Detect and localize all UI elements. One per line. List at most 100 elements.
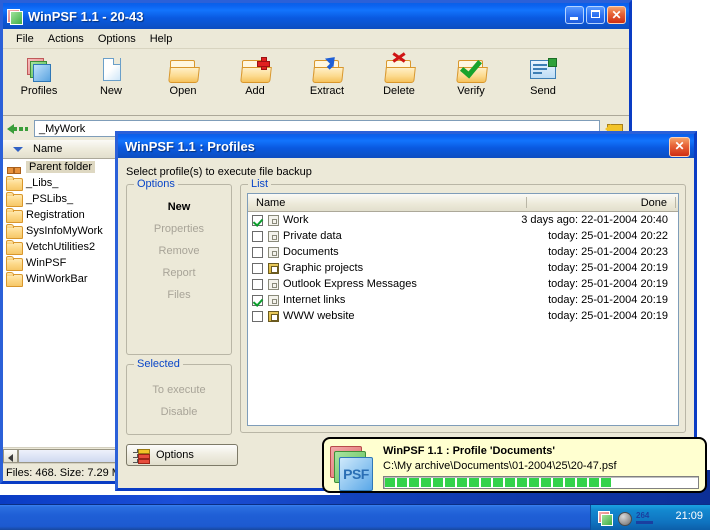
toast-body: WinPSF 1.1 : Profile 'Documents' C:\My a… [383, 444, 699, 489]
progress-segment [517, 478, 527, 487]
window-controls: ✕ [565, 6, 626, 24]
toolbar-button-send[interactable]: Send [507, 53, 579, 97]
options-group-title: Options [134, 178, 178, 190]
psf-icon-text: PSF [343, 466, 369, 482]
document-icon [268, 246, 279, 258]
options-button-new[interactable]: New [127, 196, 231, 218]
toolbar-label-extract: Extract [309, 85, 345, 97]
profiles-dialog-subtitle: Select profile(s) to execute file backup [126, 166, 312, 178]
table-row[interactable]: Private data today: 25-01-2004 20:22 [248, 228, 678, 244]
toolbar-label-new: New [99, 85, 122, 97]
row-checkbox[interactable] [252, 262, 263, 274]
close-icon[interactable]: ✕ [607, 6, 626, 24]
folder-icon [6, 271, 23, 287]
counter-264-icon[interactable]: 264 [636, 511, 653, 525]
row-checkbox[interactable] [252, 246, 263, 258]
main-window-title: WinPSF 1.1 - 20-43 [28, 8, 144, 24]
toolbar-button-extract[interactable]: Extract [291, 52, 363, 97]
taskbar-clock: 21:09 [675, 510, 703, 522]
list-item-label: _Libs_ [26, 177, 59, 189]
profile-name: WWW website [283, 310, 355, 322]
row-checkbox[interactable] [252, 310, 263, 322]
profile-done: 3 days ago: 22-01-2004 20:40 [521, 214, 668, 226]
progress-bar [383, 476, 699, 489]
app-stack-icon[interactable] [598, 510, 613, 526]
sort-descending-icon [13, 146, 23, 152]
back-arrow-icon[interactable] [7, 122, 29, 136]
folder-icon [6, 207, 23, 223]
toolbar-label-send: Send [530, 85, 556, 97]
column-header-name[interactable]: Name [248, 197, 526, 209]
menu-item-options[interactable]: Options [91, 31, 143, 47]
progress-segment [589, 478, 599, 487]
row-checkbox[interactable] [252, 214, 263, 226]
progress-segment [457, 478, 467, 487]
folder-add-icon [240, 56, 272, 83]
grid-document-icon [268, 310, 279, 322]
folder-icon [6, 255, 23, 271]
toolbar-label-delete: Delete [383, 85, 415, 97]
list-item-label: Parent folder [26, 161, 95, 173]
toolbar-button-open[interactable]: Open [147, 53, 219, 97]
scroll-left-icon[interactable] [3, 448, 18, 463]
table-row[interactable]: Graphic projects today: 25-01-2004 20:19 [248, 260, 678, 276]
menu-item-file[interactable]: File [9, 31, 41, 47]
toolbar-button-verify[interactable]: Verify [435, 53, 507, 97]
toolbar-label-open: Open [169, 85, 197, 97]
profiles-list-header[interactable]: Name Done [248, 194, 678, 212]
progress-segment [385, 478, 395, 487]
main-window-titlebar[interactable]: WinPSF 1.1 - 20-43 ✕ [3, 3, 629, 29]
options-button-report: Report [162, 267, 196, 279]
selected-button-disable: Disable [160, 406, 198, 418]
table-row[interactable]: Internet links today: 25-01-2004 20:19 [248, 292, 678, 308]
menu-item-help[interactable]: Help [143, 31, 180, 47]
profile-name: Private data [283, 230, 342, 242]
progress-segment [553, 478, 563, 487]
options-group: Options New Properties Remove Report Fil… [126, 178, 232, 355]
table-row[interactable]: WWW website today: 25-01-2004 20:19 [248, 308, 678, 324]
options-button[interactable]: Options [126, 444, 238, 466]
table-row[interactable]: Documents today: 25-01-2004 20:23 [248, 244, 678, 260]
menu-item-actions[interactable]: Actions [41, 31, 91, 47]
column-divider[interactable] [675, 197, 676, 208]
close-icon[interactable]: ✕ [669, 137, 690, 157]
profiles-dialog-titlebar[interactable]: WinPSF 1.1 : Profiles ✕ [118, 134, 694, 158]
system-tray: 264 21:09 [590, 505, 710, 530]
table-row[interactable]: Work 3 days ago: 22-01-2004 20:40 [248, 212, 678, 228]
profile-name: Outlook Express Messages [283, 278, 417, 290]
volume-icon[interactable] [617, 511, 632, 526]
folder-icon [6, 191, 23, 207]
profiles-list[interactable]: Name Done Work 3 days ago: 22-01-2004 20… [247, 193, 679, 426]
document-icon [268, 278, 279, 290]
menu-bar: File Actions Options Help [3, 29, 629, 49]
row-checkbox[interactable] [252, 230, 263, 242]
column-header-done[interactable]: Done [527, 197, 675, 209]
folder-icon [6, 223, 23, 239]
toast-title: WinPSF 1.1 : Profile 'Documents' [383, 445, 555, 457]
list-item-label: _PSLibs_ [26, 193, 74, 205]
toolbar-button-delete[interactable]: Delete [363, 52, 435, 97]
taskbar: 264 21:09 [0, 504, 710, 530]
parent-folder-icon [6, 161, 22, 174]
toolbar-button-add[interactable]: Add [219, 53, 291, 97]
row-checkbox[interactable] [252, 278, 263, 290]
minimize-icon[interactable] [565, 6, 584, 24]
row-checkbox[interactable] [252, 294, 263, 306]
toolbar-button-profiles[interactable]: Profiles [3, 53, 75, 97]
maximize-icon[interactable] [586, 6, 605, 24]
profile-done: today: 25-01-2004 20:19 [548, 262, 668, 274]
selected-group: Selected To execute Disable [126, 358, 232, 435]
progress-segment [469, 478, 479, 487]
profile-name: Graphic projects [283, 262, 364, 274]
table-row[interactable]: Outlook Express Messages today: 25-01-20… [248, 276, 678, 292]
toast-path: C:\My archive\Documents\01-2004\25\20-47… [383, 460, 617, 472]
progress-segment [577, 478, 587, 487]
toolbar-button-new[interactable]: New [75, 53, 147, 97]
new-document-icon [96, 56, 126, 83]
progress-segment [505, 478, 515, 487]
progress-segment [541, 478, 551, 487]
document-icon [268, 214, 279, 226]
toolbar-label-verify: Verify [457, 85, 485, 97]
list-group: List Name Done Work 3 days ago: 22-01-20… [240, 178, 686, 433]
toast-notification[interactable]: PSF WinPSF 1.1 : Profile 'Documents' C:\… [322, 437, 707, 493]
